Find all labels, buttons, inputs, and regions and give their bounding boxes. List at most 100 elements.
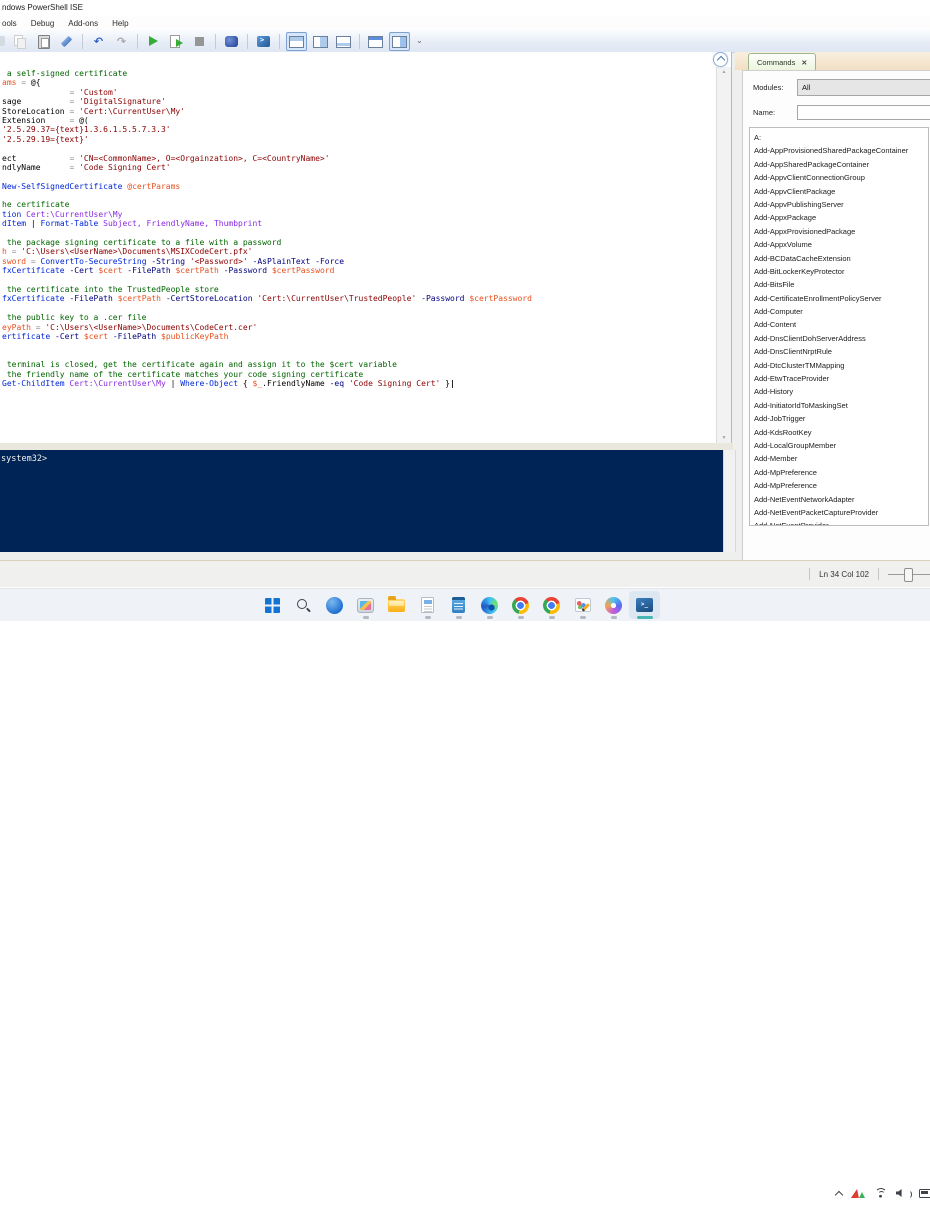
taskbar-icon-notepad[interactable] [443, 591, 474, 619]
commands-addon-icon[interactable] [389, 32, 410, 51]
command-item[interactable]: Add-AppvPublishingServer [750, 198, 928, 211]
close-icon[interactable]: ✕ [801, 59, 807, 67]
command-item[interactable]: Add-Computer [750, 305, 928, 318]
battery-icon[interactable] [919, 1189, 930, 1198]
window-title: ndows PowerShell ISE [2, 3, 83, 12]
command-item[interactable]: Add-NetEventNetworkAdapter [750, 493, 928, 506]
code-line: '2.5.29.37={text}1.3.6.1.5.5.7.3.3' [2, 125, 715, 134]
command-item[interactable]: Add-DtcClusterTMMapping [750, 359, 928, 372]
remote-tab-icon[interactable] [222, 33, 241, 50]
code-line: sword = ConvertTo-SecureString -String '… [2, 257, 715, 266]
menu-item-ools[interactable]: ools [0, 19, 24, 28]
start-powershell-icon[interactable] [254, 33, 273, 50]
command-item[interactable]: Add-BitLockerKeyProtector [750, 265, 928, 278]
taskbar-icon-system-app[interactable] [350, 591, 381, 619]
command-item[interactable]: Add-AppxVolume [750, 238, 928, 251]
command-item[interactable]: Add-JobTrigger [750, 412, 928, 425]
command-item[interactable]: Add-History [750, 385, 928, 398]
taskbar-icon-file-explorer[interactable] [381, 591, 412, 619]
taskbar-icon-paint[interactable] [567, 591, 598, 619]
collapse-script-pane-button[interactable] [713, 52, 728, 67]
taskbar-icon-powershell-ise[interactable] [629, 591, 660, 619]
volume-icon[interactable] [896, 1188, 910, 1199]
commands-list[interactable]: A:Add-AppProvisionedSharedPackageContain… [749, 127, 929, 526]
taskbar-icon-document-app[interactable] [412, 591, 443, 619]
start-icon [265, 598, 280, 613]
taskbar-icon-chrome[interactable] [505, 591, 536, 619]
command-item[interactable]: Add-NetEventPacketCaptureProvider [750, 506, 928, 519]
command-item[interactable]: Add-Member [750, 452, 928, 465]
command-item[interactable]: A: [750, 131, 928, 144]
command-item[interactable]: Add-Content [750, 318, 928, 331]
command-item[interactable]: Add-LocalGroupMember [750, 439, 928, 452]
command-item[interactable]: Add-AppProvisionedSharedPackageContainer [750, 144, 928, 157]
taskbar-icon-start[interactable] [257, 591, 288, 619]
clear-console-icon[interactable] [57, 33, 76, 50]
taskbar-icon-edge[interactable] [474, 591, 505, 619]
name-input[interactable] [797, 105, 930, 120]
editor-scrollbar[interactable] [716, 67, 731, 443]
command-item[interactable]: Add-AppxPackage [750, 211, 928, 224]
modules-dropdown[interactable]: All [797, 79, 930, 96]
command-item[interactable]: Add-EtwTraceProvider [750, 372, 928, 385]
taskbar [0, 588, 930, 621]
taskbar-icon-copilot[interactable] [598, 591, 629, 619]
command-item[interactable]: Add-DnsClientDohServerAddress [750, 332, 928, 345]
edge-icon [481, 597, 498, 614]
script-editor[interactable]: a self-signed certificateams = @{ = 'Cus… [0, 52, 732, 443]
chrome-2-icon [543, 597, 560, 614]
tray-chevron-icon[interactable] [834, 1189, 843, 1198]
tray-alert-icon[interactable] [852, 1188, 865, 1199]
paste-icon[interactable] [34, 33, 53, 50]
command-item[interactable]: Add-AppvClientConnectionGroup [750, 171, 928, 184]
layout-max-icon[interactable] [334, 33, 353, 50]
menu-item-help[interactable]: Help [105, 19, 135, 28]
menu-item-add-ons[interactable]: Add-ons [61, 19, 105, 28]
float-pane-icon[interactable] [366, 33, 385, 50]
modules-value: All [802, 83, 810, 92]
command-item[interactable]: Add-BCDataCacheExtension [750, 252, 928, 265]
layout-top-icon[interactable] [286, 32, 307, 51]
code-line: New-SelfSignedCertificate @certParams [2, 182, 715, 191]
code-area[interactable]: a self-signed certificateams = @{ = 'Cus… [2, 69, 715, 443]
pane-splitter[interactable] [0, 443, 733, 450]
zoom-slider[interactable] [888, 567, 930, 581]
code-line: = 'Custom' [2, 88, 715, 97]
console-pane[interactable]: system32> [0, 450, 723, 552]
code-line [2, 191, 715, 200]
command-item[interactable]: Add-AppvClientPackage [750, 185, 928, 198]
tab-commands[interactable]: Commands ✕ [748, 53, 816, 71]
code-line [2, 229, 715, 238]
console-scrollbar[interactable] [723, 450, 736, 552]
copy-icon[interactable] [11, 33, 30, 50]
code-line: '2.5.29.19={text}' [2, 135, 715, 144]
overflow-icon[interactable] [414, 33, 425, 50]
command-item[interactable]: Add-CertificateEnrollmentPolicyServer [750, 292, 928, 305]
run-selection-icon[interactable] [167, 33, 186, 50]
wifi-icon[interactable] [874, 1188, 887, 1198]
undo-icon[interactable] [89, 33, 108, 50]
command-item[interactable]: Add-MpPreference [750, 479, 928, 492]
clipped-icon[interactable] [0, 33, 7, 50]
command-item[interactable]: Add-BitsFile [750, 278, 928, 291]
command-item[interactable]: Add-NetEventProvider [750, 519, 928, 526]
taskbar-icon-blue-circle-app[interactable] [319, 591, 350, 619]
zoom-slider-thumb[interactable] [904, 568, 913, 582]
command-item[interactable]: Add-AppxProvisionedPackage [750, 225, 928, 238]
commands-panel: Modules: All Name: A:Add-AppProvisionedS… [742, 70, 930, 561]
menu-item-debug[interactable]: Debug [24, 19, 62, 28]
file-explorer-icon [388, 599, 405, 612]
command-item[interactable]: Add-DnsClientNrptRule [750, 345, 928, 358]
taskbar-icon-chrome-2[interactable] [536, 591, 567, 619]
taskbar-icon-search[interactable] [288, 591, 319, 619]
code-line: dItem | Format-Table Subject, FriendlyNa… [2, 219, 715, 228]
notepad-icon [452, 597, 465, 613]
layout-right-icon[interactable] [311, 33, 330, 50]
stop-icon[interactable] [190, 33, 209, 50]
redo-icon[interactable] [112, 33, 131, 50]
command-item[interactable]: Add-AppSharedPackageContainer [750, 158, 928, 171]
command-item[interactable]: Add-KdsRootKey [750, 426, 928, 439]
run-script-icon[interactable] [144, 33, 163, 50]
command-item[interactable]: Add-MpPreference [750, 466, 928, 479]
command-item[interactable]: Add-InitiatorIdToMaskingSet [750, 399, 928, 412]
